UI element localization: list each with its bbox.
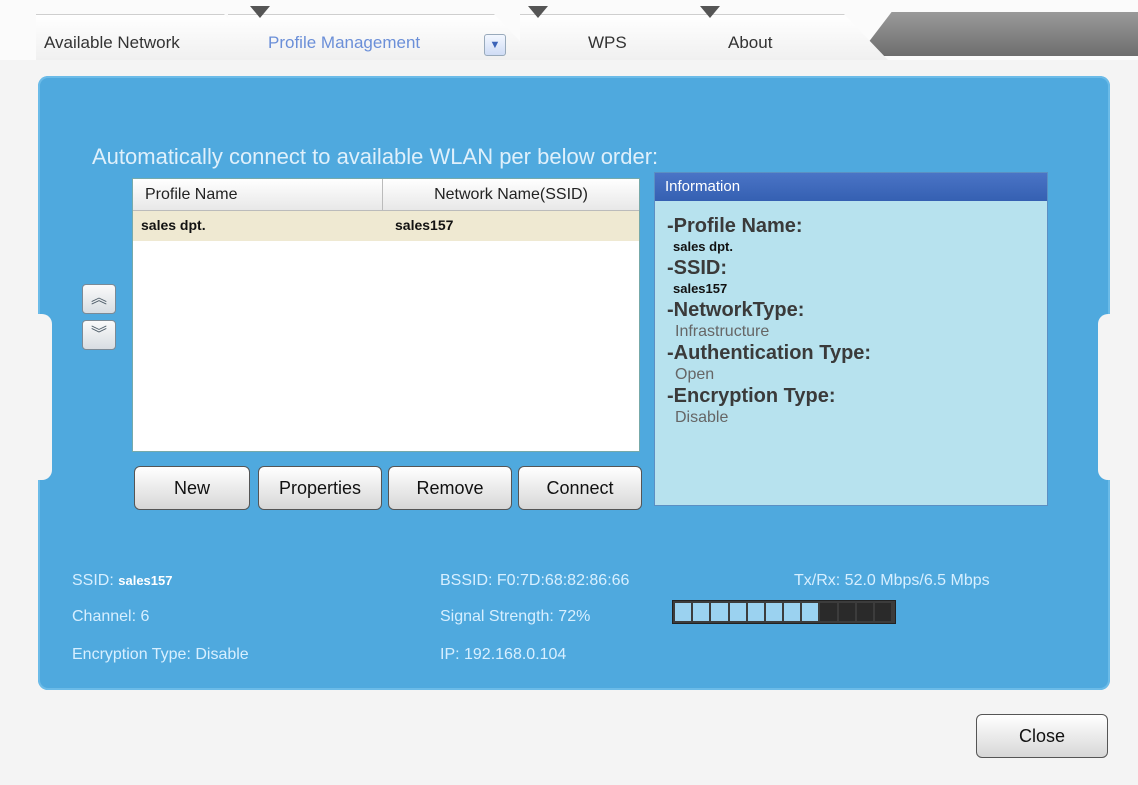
profile-row-ssid: sales157 — [395, 217, 454, 233]
profile-row-name: sales dpt. — [141, 217, 206, 233]
status-ssid-value: sales157 — [118, 573, 173, 588]
move-down-button[interactable]: ︾ — [82, 320, 116, 350]
info-auth-type-label: -Authentication Type: — [667, 342, 872, 364]
profile-list[interactable]: Profile Name Network Name(SSID) sales dp… — [132, 178, 640, 452]
signal-strength-bar — [672, 600, 896, 624]
wireless-utility-window: Available Network Profile Management ▼ W… — [0, 0, 1138, 785]
tab-separator-icon — [250, 6, 270, 18]
information-title: Information — [655, 173, 1047, 201]
signal-bar-segment — [802, 603, 819, 621]
info-network-type-value: Infrastructure — [675, 323, 770, 340]
info-profile-name-value: sales dpt. — [673, 239, 733, 254]
move-up-button[interactable]: ︽ — [82, 284, 116, 314]
status-bssid: BSSID: F0:7D:68:82:86:66 — [440, 572, 630, 589]
info-auth-type-value: Open — [675, 366, 715, 383]
signal-bar-segment — [693, 603, 710, 621]
info-encryption-type-label: -Encryption Type: — [667, 385, 836, 407]
status-ssid: SSID: sales157 — [72, 572, 172, 590]
signal-bar-segment — [856, 603, 873, 621]
close-button[interactable]: Close — [976, 714, 1108, 758]
panel-notch-left — [36, 314, 52, 480]
signal-bar-segment — [747, 603, 764, 621]
remove-button[interactable]: Remove — [388, 466, 512, 510]
status-ip: IP: 192.168.0.104 — [440, 646, 567, 663]
tab-separator-icon — [528, 6, 548, 18]
panel-notch-right — [1098, 314, 1114, 480]
auto-connect-label: Automatically connect to available WLAN … — [92, 144, 659, 169]
info-ssid-label: -SSID: — [667, 257, 727, 279]
signal-bar-segment — [711, 603, 728, 621]
column-header-ssid[interactable]: Network Name(SSID) — [383, 179, 639, 210]
signal-bar-segment — [874, 603, 892, 621]
signal-bar-segment — [838, 603, 855, 621]
profile-row[interactable]: sales dpt. sales157 — [133, 211, 639, 241]
double-chevron-up-icon: ︽ — [90, 290, 107, 307]
tab-about[interactable]: About — [688, 14, 888, 60]
tab-strip-background — [858, 12, 1138, 56]
info-network-type-label: -NetworkType: — [667, 299, 805, 321]
status-ssid-label: SSID: — [72, 572, 114, 589]
status-txrx: Tx/Rx: 52.0 Mbps/6.5 Mbps — [794, 572, 990, 589]
properties-button[interactable]: Properties — [258, 466, 382, 510]
status-encryption: Encryption Type: Disable — [72, 646, 249, 663]
tab-strip: Available Network Profile Management ▼ W… — [0, 0, 1138, 60]
information-panel: Information -Profile Name: sales dpt. -S… — [654, 172, 1048, 506]
info-profile-name-label: -Profile Name: — [667, 215, 803, 237]
info-ssid-value: sales157 — [673, 281, 728, 296]
signal-bar-segment — [729, 603, 746, 621]
connect-button[interactable]: Connect — [518, 466, 642, 510]
double-chevron-down-icon: ︾ — [90, 326, 107, 343]
signal-bar-segment — [820, 603, 837, 621]
new-button[interactable]: New — [134, 466, 250, 510]
signal-bar-segment — [784, 603, 801, 621]
profile-list-header: Profile Name Network Name(SSID) — [133, 179, 639, 211]
signal-bar-segment — [675, 603, 692, 621]
column-header-profile-name[interactable]: Profile Name — [133, 179, 383, 210]
chevron-down-icon[interactable]: ▼ — [484, 34, 506, 56]
tab-separator-icon — [700, 6, 720, 18]
status-channel: Channel: 6 — [72, 608, 150, 625]
info-encryption-type-value: Disable — [675, 409, 729, 426]
status-signal-strength: Signal Strength: 72% — [440, 608, 591, 625]
signal-bar-segment — [765, 603, 783, 621]
